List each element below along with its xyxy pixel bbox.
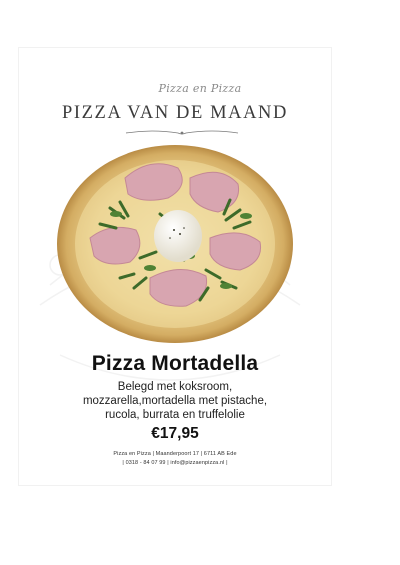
- product-description-line: mozzarella,mortadella met pistache,: [82, 395, 268, 407]
- product-title: Pizza Mortadella: [91, 352, 259, 375]
- ornament-divider: [125, 130, 239, 135]
- brand-logo-script: Pizza en Pizza: [158, 82, 242, 95]
- page-headline: PIZZA VAN DE MAAND: [62, 103, 288, 123]
- product-price: €17,95: [151, 425, 199, 442]
- product-description-line: Belegd met koksroom,: [117, 381, 233, 393]
- footer-contact: | 0318 - 84 07 99 | info@pizzaenpizza.nl…: [122, 460, 228, 466]
- pizza-image: [57, 145, 293, 343]
- product-description-line: rucola, burrata en truffelolie: [105, 409, 245, 421]
- footer-address: Pizza en Pizza | Maanderpoort 17 | 6711 …: [113, 451, 237, 457]
